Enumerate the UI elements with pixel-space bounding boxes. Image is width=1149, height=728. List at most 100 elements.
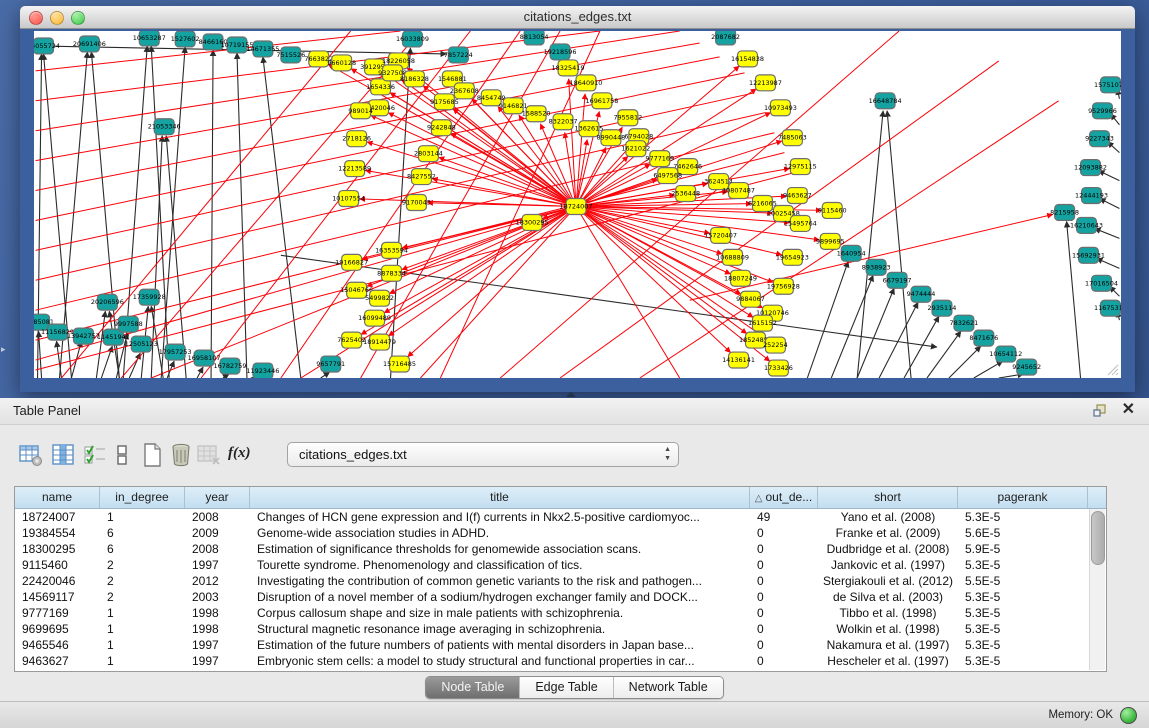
close-panel-icon[interactable]: ✕ bbox=[1122, 401, 1135, 419]
table-cell: 1 bbox=[100, 605, 185, 621]
table-row[interactable]: 2242004622012Investigating the contribut… bbox=[15, 573, 1106, 589]
node-label: 8938923 bbox=[862, 263, 891, 271]
tab-node-table[interactable]: Node Table bbox=[426, 677, 520, 698]
citation-edge-red[interactable] bbox=[420, 206, 576, 378]
citation-edge-black[interactable] bbox=[1098, 171, 1119, 181]
citation-edge-black[interactable] bbox=[887, 111, 911, 378]
citation-edge-black[interactable] bbox=[974, 361, 1003, 378]
window-titlebar[interactable]: citations_edges.txt bbox=[20, 6, 1135, 29]
column-header-in_degree[interactable]: in_degree bbox=[100, 487, 185, 508]
scrollbar-thumb[interactable] bbox=[1091, 511, 1105, 565]
table-row[interactable]: 1938455462009Genome-wide association stu… bbox=[15, 525, 1106, 541]
table-settings-icon[interactable] bbox=[18, 442, 44, 468]
node-label: 18226058 bbox=[382, 57, 415, 65]
node-label: 11675310 bbox=[1094, 304, 1121, 312]
table-row[interactable]: 977716911998Corpus callosum shape and si… bbox=[15, 605, 1106, 621]
citation-edge-black[interactable] bbox=[1097, 258, 1120, 268]
table-tabs-bar: Node TableEdge TableNetwork Table bbox=[0, 676, 1149, 702]
column-header-out_de[interactable]: △out_de... bbox=[750, 487, 818, 508]
network-frame: 2405572420691406106532871527602846616010… bbox=[20, 29, 1135, 392]
node-label: 15046766 bbox=[340, 286, 373, 294]
citation-edge-black[interactable] bbox=[1095, 228, 1120, 238]
table-selector-value: citations_edges.txt bbox=[299, 447, 407, 462]
network-window: citations_edges.txt 24055724206914061065… bbox=[20, 6, 1135, 392]
node-label: 18325419 bbox=[552, 64, 585, 72]
table-row[interactable]: 946554611997Estimation of the future num… bbox=[15, 637, 1106, 653]
table-selector-dropdown[interactable]: citations_edges.txt ▲▼ bbox=[287, 442, 679, 467]
node-label: 9660128 bbox=[327, 59, 356, 67]
table-row[interactable]: 969969511998Structural magnetic resonanc… bbox=[15, 621, 1106, 637]
column-header-short[interactable]: short bbox=[818, 487, 958, 508]
table-cell: Jankovic et al. (1997) bbox=[818, 557, 958, 573]
table-row[interactable]: 946362711997Embryonic stem cells: a mode… bbox=[15, 653, 1106, 669]
node-label: 16958107 bbox=[188, 354, 221, 362]
node-label: 12444193 bbox=[1075, 192, 1108, 200]
node-label: 19218596 bbox=[544, 48, 577, 56]
table-cell: Estimation of the future numbers of pati… bbox=[250, 637, 750, 653]
citation-edge-black[interactable] bbox=[211, 50, 213, 378]
column-header-name[interactable]: name bbox=[15, 487, 100, 508]
column-header-pagerank[interactable]: pagerank bbox=[958, 487, 1088, 508]
column-header-title[interactable]: title bbox=[250, 487, 750, 508]
column-checklist-icon[interactable] bbox=[82, 442, 108, 468]
node-label: 18914479 bbox=[363, 338, 396, 346]
table-cell: 0 bbox=[750, 653, 818, 669]
table-cell: Estimation of significance thresholds fo… bbox=[250, 541, 750, 557]
tab-edge-table[interactable]: Edge Table bbox=[520, 677, 613, 698]
node-label: 6497568 bbox=[653, 172, 682, 180]
table-cell: de Silva et al. (2003) bbox=[818, 589, 958, 605]
node-label: 1527602 bbox=[171, 35, 200, 43]
table-row[interactable]: 911546021997Tourette syndrome. Phenomeno… bbox=[15, 557, 1106, 573]
table-cell: Hescheler et al. (1997) bbox=[818, 653, 958, 669]
citation-edge-black[interactable] bbox=[96, 311, 105, 378]
tab-network-table[interactable]: Network Table bbox=[614, 677, 723, 698]
node-label: 9884067 bbox=[736, 295, 765, 303]
citation-edge-black[interactable] bbox=[129, 353, 140, 378]
node-label: 18640910 bbox=[570, 79, 603, 87]
citation-edge-black[interactable] bbox=[39, 331, 42, 378]
hub-citation-edge[interactable] bbox=[427, 203, 576, 207]
table-cell: 1997 bbox=[185, 653, 250, 669]
panel-collapse-arrow-icon[interactable]: ▸ bbox=[1, 344, 6, 355]
node-label: 10688809 bbox=[716, 253, 749, 261]
citation-edge-black[interactable] bbox=[1099, 199, 1119, 209]
network-canvas[interactable]: 2405572420691406106532871527602846616010… bbox=[34, 31, 1121, 378]
hub-citation-edge[interactable] bbox=[576, 206, 731, 352]
citation-edge-black[interactable] bbox=[263, 57, 301, 378]
new-file-icon[interactable] bbox=[139, 442, 165, 468]
table-row[interactable]: 1456911722003Disruption of a novel membe… bbox=[15, 589, 1106, 605]
vertical-scrollbar[interactable] bbox=[1089, 509, 1105, 670]
table-cell: 5.9E-5 bbox=[958, 541, 1088, 557]
table-cell: 2008 bbox=[185, 541, 250, 557]
node-label: 1588520 bbox=[522, 110, 551, 118]
citation-edge-black[interactable] bbox=[321, 372, 330, 378]
trash-icon[interactable] bbox=[168, 442, 194, 468]
column-header-year[interactable]: year bbox=[185, 487, 250, 508]
row-height-icon[interactable] bbox=[109, 442, 135, 468]
hub-citation-edge[interactable] bbox=[576, 206, 722, 253]
node-label: 15751074 bbox=[1094, 81, 1121, 89]
citation-edge-red[interactable] bbox=[576, 206, 680, 378]
node-table: namein_degreeyeartitle△out_de...shortpag… bbox=[14, 486, 1107, 672]
column-chooser-icon[interactable] bbox=[50, 442, 76, 468]
table-cell: 1998 bbox=[185, 621, 250, 637]
function-builder-icon[interactable]: f(x) bbox=[228, 445, 251, 462]
window-title: citations_edges.txt bbox=[20, 9, 1135, 24]
canvas-resize-grip-icon[interactable] bbox=[1105, 362, 1119, 376]
table-cell: 2 bbox=[100, 557, 185, 573]
hub-citation-edge[interactable] bbox=[569, 79, 576, 207]
table-row[interactable]: 1872400712008Changes of HCN gene express… bbox=[15, 509, 1106, 525]
node-label: 18807249 bbox=[724, 274, 757, 282]
memory-indicator-button[interactable] bbox=[1120, 707, 1137, 724]
table-cell: Corpus callosum shape and size in male p… bbox=[250, 605, 750, 621]
citation-edge-black[interactable] bbox=[807, 261, 848, 378]
node-label: 10107554 bbox=[332, 195, 365, 203]
citation-edge-black[interactable] bbox=[949, 346, 981, 378]
node-label: 2803144 bbox=[414, 150, 443, 158]
node-label: 2087682 bbox=[711, 33, 740, 41]
citation-network-graph[interactable]: 2405572420691406106532871527602846616010… bbox=[34, 31, 1121, 378]
table-row[interactable]: 1830029562008Estimation of significance … bbox=[15, 541, 1106, 557]
citation-edge-black[interactable] bbox=[1067, 221, 1081, 378]
splitter-handle[interactable] bbox=[566, 392, 576, 397]
float-panel-icon[interactable] bbox=[1092, 403, 1107, 418]
